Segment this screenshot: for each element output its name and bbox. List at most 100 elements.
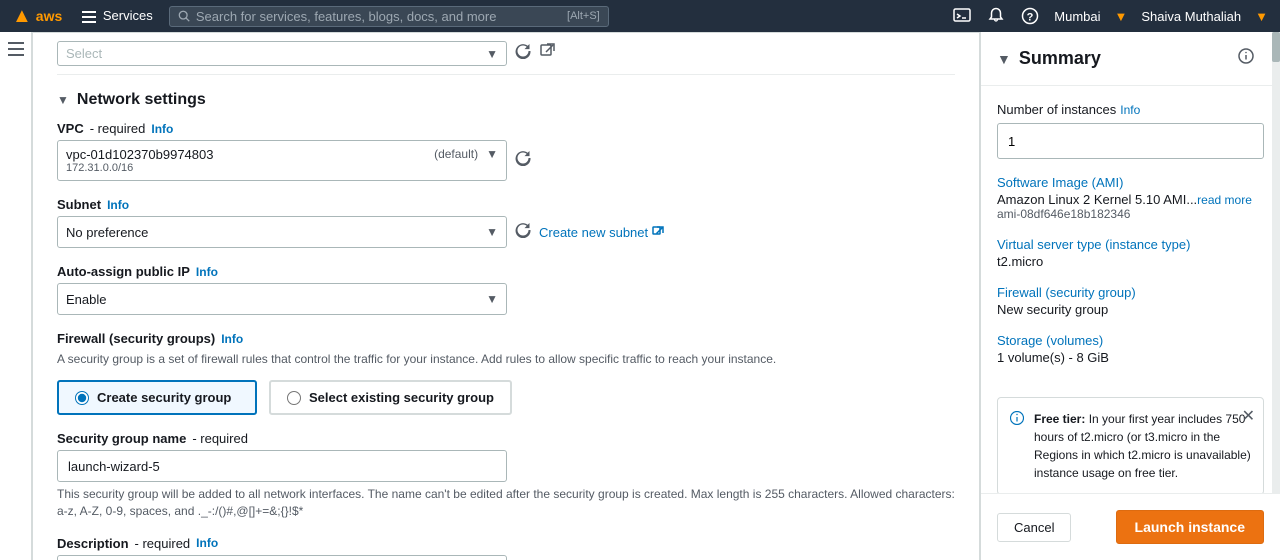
top-select-control[interactable]: Select ▼ — [57, 41, 507, 66]
network-settings-header: ▼ Network settings — [57, 75, 955, 121]
auto-assign-label: Auto-assign public IP Info — [57, 264, 955, 279]
vpc-select-control[interactable]: vpc-01d102370b9974803 172.31.0.0/16 (def… — [57, 140, 507, 181]
free-tier-close-button[interactable]: ✕ — [1242, 406, 1255, 426]
instances-label: Number of instances — [997, 102, 1116, 117]
summary-firewall-value: New security group — [997, 302, 1264, 317]
select-existing-radio[interactable] — [287, 391, 301, 405]
region-selector[interactable]: Mumbai — [1054, 9, 1100, 24]
storage-row: Storage (volumes) 1 volume(s) - 8 GiB — [997, 333, 1264, 365]
instance-type-value: t2.micro — [997, 254, 1264, 269]
network-settings-panel: Select ▼ ▼ Network settings VPC - — [32, 32, 980, 560]
create-subnet-link[interactable]: Create new subnet — [539, 225, 664, 240]
vpc-chevron: ▼ — [486, 147, 498, 161]
summary-header: ▼ Summary — [981, 32, 1280, 86]
create-sg-radio[interactable] — [75, 391, 89, 405]
subnet-chevron: ▼ — [486, 225, 498, 239]
ami-value: Amazon Linux 2 Kernel 5.10 AMI...read mo… — [997, 192, 1264, 207]
cancel-button[interactable]: Cancel — [997, 513, 1071, 542]
description-label: Description - required Info — [57, 536, 955, 551]
create-sg-option[interactable]: Create security group — [57, 380, 257, 415]
ami-label[interactable]: Software Image (AMI) — [997, 175, 1264, 190]
instance-type-row: Virtual server type (instance type) t2.m… — [997, 237, 1264, 269]
user-menu[interactable]: Shaiva Muthaliah — [1141, 9, 1241, 24]
search-shortcut: [Alt+S] — [567, 10, 600, 22]
region-chevron: ▼ — [1115, 9, 1128, 24]
top-external-link-button[interactable] — [539, 43, 555, 64]
vpc-label: VPC - required Info — [57, 121, 955, 136]
search-bar[interactable]: [Alt+S] — [169, 6, 609, 27]
summary-firewall-row: Firewall (security group) New security g… — [997, 285, 1264, 317]
vpc-select-row: vpc-01d102370b9974803 172.31.0.0/16 (def… — [57, 140, 955, 181]
create-subnet-label: Create new subnet — [539, 225, 648, 240]
auto-assign-select-row: Enable ▼ — [57, 283, 955, 315]
vpc-cidr: 172.31.0.0/16 — [66, 162, 213, 174]
services-menu[interactable]: Services — [76, 6, 158, 26]
summary-collapse-icon[interactable]: ▼ — [997, 51, 1011, 67]
external-link-icon — [652, 226, 664, 238]
network-settings-title: Network settings — [77, 91, 206, 109]
user-chevron: ▼ — [1255, 9, 1268, 24]
subnet-value: No preference — [66, 225, 148, 240]
top-refresh-button[interactable] — [515, 43, 531, 64]
main-layout: Select ▼ ▼ Network settings VPC - — [0, 32, 1280, 560]
summary-title: Summary — [1019, 48, 1101, 69]
description-input[interactable] — [57, 555, 507, 560]
firewall-description: A security group is a set of firewall ru… — [57, 350, 955, 368]
select-existing-sg-option[interactable]: Select existing security group — [269, 380, 512, 415]
ami-read-more-link[interactable]: read more — [1197, 193, 1252, 207]
sg-name-label: Security group name - required — [57, 431, 955, 446]
terminal-icon[interactable] — [952, 6, 972, 26]
launch-instance-button[interactable]: Launch instance — [1116, 510, 1264, 544]
sidebar-toggle-button[interactable] — [0, 32, 32, 560]
instances-input[interactable] — [997, 123, 1264, 159]
instances-row: Number of instances Info — [997, 102, 1264, 159]
subnet-refresh-button[interactable] — [515, 222, 531, 243]
storage-label[interactable]: Storage (volumes) — [997, 333, 1264, 348]
create-sg-label: Create security group — [97, 390, 231, 405]
subnet-label: Subnet Info — [57, 197, 955, 212]
firewall-info-link[interactable]: Info — [221, 332, 243, 346]
description-row: Description - required Info — [57, 536, 955, 560]
subnet-info-link[interactable]: Info — [107, 198, 129, 212]
auto-assign-select-control[interactable]: Enable ▼ — [57, 283, 507, 315]
vpc-default-badge: (default) — [434, 147, 478, 161]
sg-name-hint: This security group will be added to all… — [57, 486, 955, 520]
auto-assign-chevron: ▼ — [486, 292, 498, 306]
aws-logo[interactable]: ▲ aws — [12, 5, 62, 28]
bell-icon[interactable] — [986, 6, 1006, 26]
subnet-select-control[interactable]: No preference ▼ — [57, 216, 507, 248]
scrollbar-thumb — [1272, 32, 1280, 62]
storage-value: 1 volume(s) - 8 GiB — [997, 350, 1264, 365]
section-toggle-icon[interactable]: ▼ — [57, 93, 69, 107]
instance-type-label[interactable]: Virtual server type (instance type) — [997, 237, 1264, 252]
firewall-row: Firewall (security groups) Info A securi… — [57, 331, 955, 415]
firewall-label: Firewall (security groups) Info — [57, 331, 955, 346]
summary-panel: ▼ Summary Number of instances Info Softw… — [980, 32, 1280, 560]
free-tier-info-icon — [1010, 410, 1024, 482]
instances-info-link[interactable]: Info — [1120, 103, 1140, 117]
search-icon — [178, 9, 190, 23]
svg-text:?: ? — [1027, 12, 1034, 24]
summary-info-icon[interactable] — [1238, 48, 1254, 67]
summary-content: Number of instances Info Software Image … — [981, 86, 1280, 397]
bottom-actions: Cancel Launch instance — [981, 493, 1280, 560]
ami-row: Software Image (AMI) Amazon Linux 2 Kern… — [997, 175, 1264, 221]
auto-assign-info-link[interactable]: Info — [196, 265, 218, 279]
description-info-link[interactable]: Info — [196, 536, 218, 550]
sg-name-row: Security group name - required This secu… — [57, 431, 955, 520]
summary-firewall-label[interactable]: Firewall (security group) — [997, 285, 1264, 300]
vpc-info-link[interactable]: Info — [151, 122, 173, 136]
help-icon[interactable]: ? — [1020, 6, 1040, 26]
auto-assign-row: Auto-assign public IP Info Enable ▼ — [57, 264, 955, 315]
free-tier-banner: ✕ Free tier: In your first year includes… — [997, 397, 1264, 495]
nav-right: ? Mumbai ▼ Shaiva Muthaliah ▼ — [952, 6, 1268, 26]
main-content: Select ▼ ▼ Network settings VPC - — [32, 32, 980, 560]
vpc-row: VPC - required Info vpc-01d102370b997480… — [57, 121, 955, 181]
subnet-row: Subnet Info No preference ▼ Create new s… — [57, 197, 955, 248]
search-input[interactable] — [196, 9, 561, 24]
subnet-select-row: No preference ▼ Create new subnet — [57, 216, 955, 248]
ami-id: ami-08df646e18b182346 — [997, 207, 1264, 221]
vpc-refresh-button[interactable] — [515, 150, 531, 171]
auto-assign-value: Enable — [66, 292, 106, 307]
sg-name-input[interactable] — [57, 450, 507, 482]
